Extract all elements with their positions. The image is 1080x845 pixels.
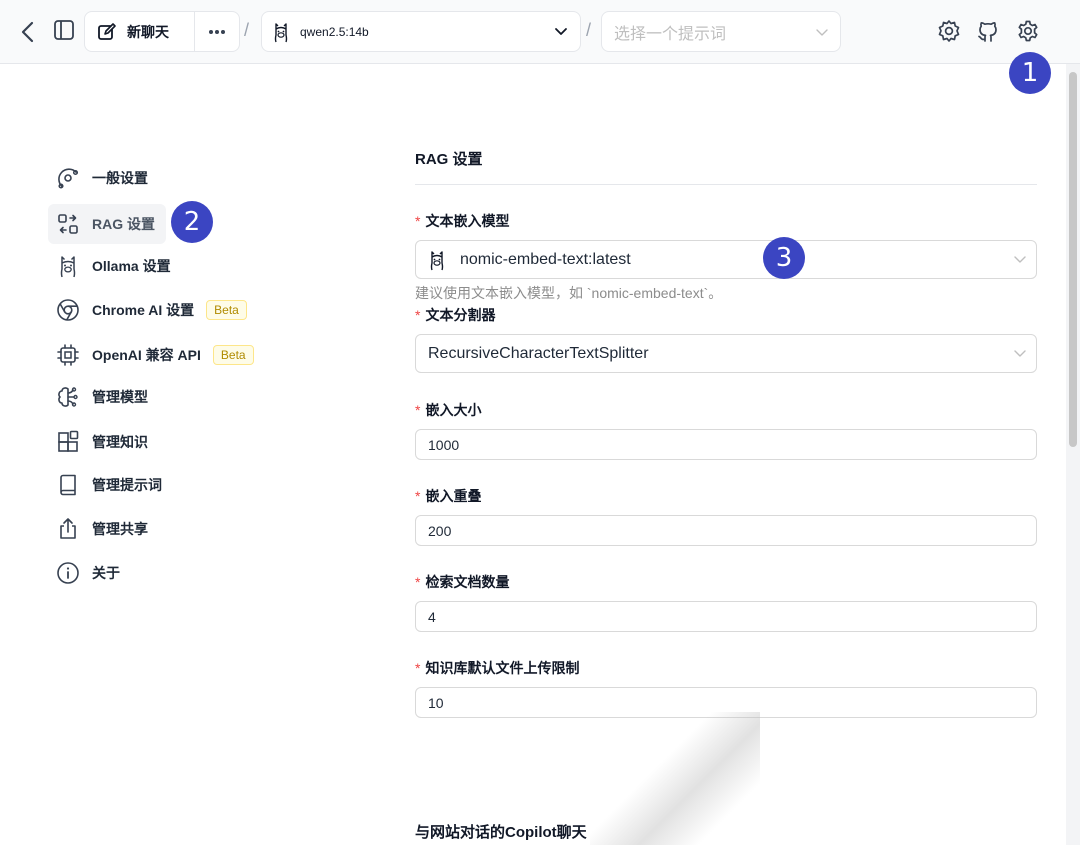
upload-limit-label: * 知识库默认文件上传限制 xyxy=(415,658,579,678)
splitter-select[interactable]: RecursiveCharacterTextSplitter xyxy=(415,334,1037,373)
gear-icon xyxy=(1018,20,1038,42)
required-mark: * xyxy=(415,402,421,418)
field-label: 嵌入大小 xyxy=(425,402,482,418)
retrieval-count-input[interactable]: 4 xyxy=(415,601,1037,632)
sidebar-item-label: Ollama 设置 xyxy=(92,258,171,274)
back-button[interactable] xyxy=(14,16,42,48)
beta-badge: Beta xyxy=(212,345,254,365)
chevron-down-icon xyxy=(1014,256,1026,263)
page-curl-shadow xyxy=(590,712,760,845)
more-options-button[interactable] xyxy=(195,12,239,51)
rag-icon xyxy=(56,212,80,236)
brain-icon xyxy=(56,385,80,409)
sidebar-item-manage-prompts[interactable]: 管理提示词 xyxy=(48,465,162,505)
sidebar-panel-icon xyxy=(54,20,74,40)
new-chat-label: 新聊天 xyxy=(127,23,169,40)
embedding-model-helper: 建议使用文本嵌入模型，如 `nomic-embed-text`。 xyxy=(415,285,723,301)
embedding-model-value: nomic-embed-text:latest xyxy=(460,250,631,268)
new-chat-button[interactable]: 新聊天 xyxy=(85,12,195,51)
more-dots-icon xyxy=(209,29,225,34)
info-icon xyxy=(56,561,80,585)
sidebar-item-manage-models[interactable]: 管理模型 xyxy=(48,377,148,417)
settings-button[interactable] xyxy=(1013,16,1043,46)
sidebar-item-ollama[interactable]: Ollama 设置 xyxy=(48,246,171,286)
sidebar-item-label: OpenAI 兼容 API xyxy=(92,347,201,363)
sidebar-item-manage-share[interactable]: 管理共享 xyxy=(48,509,148,549)
model-select[interactable]: qwen2.5:14b xyxy=(261,11,581,52)
splitter-label: * 文本分割器 xyxy=(415,305,495,325)
scrollbar-thumb[interactable] xyxy=(1069,72,1077,447)
required-mark: * xyxy=(415,574,421,590)
sidebar-item-label: 一般设置 xyxy=(92,170,148,186)
sidebar-item-label: 管理知识 xyxy=(92,434,148,450)
embedding-model-select[interactable]: nomic-embed-text:latest xyxy=(415,240,1037,279)
sidebar-item-rag[interactable]: RAG 设置 xyxy=(48,204,166,244)
cpu-icon xyxy=(56,343,80,367)
sidebar-item-label: 管理共享 xyxy=(92,521,148,537)
copilot-section-title: 与网站对话的Copilot聊天 xyxy=(415,824,587,841)
divider xyxy=(415,184,1037,185)
field-label: 检索文档数量 xyxy=(425,574,510,590)
book-icon xyxy=(56,473,80,497)
github-button[interactable] xyxy=(973,16,1003,46)
callout-marker: 2 xyxy=(171,201,213,243)
github-icon xyxy=(978,22,997,42)
field-label: 文本分割器 xyxy=(425,307,496,323)
sidebar-item-label: 管理提示词 xyxy=(92,477,162,493)
share-icon xyxy=(56,517,80,541)
prompt-select[interactable]: 选择一个提示词 xyxy=(601,11,841,52)
beta-badge: Beta xyxy=(206,300,247,320)
chunk-size-label: * 嵌入大小 xyxy=(415,400,481,420)
llama-icon xyxy=(274,22,288,42)
sidebar-item-label: 管理模型 xyxy=(92,389,148,405)
field-label: 文本嵌入模型 xyxy=(425,213,510,229)
chat-actions-group: 新聊天 xyxy=(84,11,240,52)
chevron-down-icon xyxy=(816,29,828,36)
required-mark: * xyxy=(415,307,421,323)
required-mark: * xyxy=(415,488,421,504)
chevron-down-icon xyxy=(1014,350,1026,357)
chrome-icon xyxy=(56,298,80,322)
llama-icon xyxy=(56,254,80,278)
top-bar: 新聊天 / qwen2.5:14b / 选择一个提示词 xyxy=(0,0,1080,64)
callout-marker: 3 xyxy=(763,237,805,279)
chunk-overlap-label: * 嵌入重叠 xyxy=(415,486,481,506)
required-mark: * xyxy=(415,213,421,229)
field-label: 知识库默认文件上传限制 xyxy=(425,660,580,676)
chunk-size-input[interactable]: 1000 xyxy=(415,429,1037,460)
sidebar-item-label: Chrome AI 设置 xyxy=(92,302,195,318)
orbit-settings-icon xyxy=(56,166,80,190)
edit-icon xyxy=(98,22,116,40)
sidebar-toggle-button[interactable] xyxy=(50,16,78,44)
field-label: 嵌入重叠 xyxy=(425,488,482,504)
callout-marker: 1 xyxy=(1009,52,1051,94)
ollama-settings-button[interactable] xyxy=(934,16,964,46)
required-mark: * xyxy=(415,660,421,676)
sidebar-item-general[interactable]: 一般设置 xyxy=(48,158,148,198)
sidebar-item-chrome-ai[interactable]: Chrome AI 设置 Beta xyxy=(48,290,247,330)
chevron-left-icon xyxy=(21,21,34,43)
sidebar-item-label: 关于 xyxy=(92,565,120,581)
retrieval-count-label: * 检索文档数量 xyxy=(415,572,509,592)
splitter-value: RecursiveCharacterTextSplitter xyxy=(428,344,649,362)
page-title: RAG 设置 xyxy=(415,151,483,168)
upload-limit-input[interactable]: 10 xyxy=(415,687,1037,718)
sidebar-item-label: RAG 设置 xyxy=(92,216,155,232)
cog-icon xyxy=(938,20,960,42)
blocks-icon xyxy=(56,430,80,454)
breadcrumb-separator: / xyxy=(586,20,592,40)
sidebar-item-openai-api[interactable]: OpenAI 兼容 API Beta xyxy=(48,335,254,375)
embedding-model-label: * 文本嵌入模型 xyxy=(415,211,509,231)
sidebar-item-about[interactable]: 关于 xyxy=(48,553,120,593)
chevron-down-icon xyxy=(555,28,567,35)
breadcrumb-separator: / xyxy=(244,20,250,40)
chunk-overlap-input[interactable]: 200 xyxy=(415,515,1037,546)
model-select-value: qwen2.5:14b xyxy=(300,24,369,39)
prompt-select-placeholder: 选择一个提示词 xyxy=(614,25,727,43)
sidebar-item-manage-knowledge[interactable]: 管理知识 xyxy=(48,422,148,462)
llama-icon xyxy=(430,250,444,270)
